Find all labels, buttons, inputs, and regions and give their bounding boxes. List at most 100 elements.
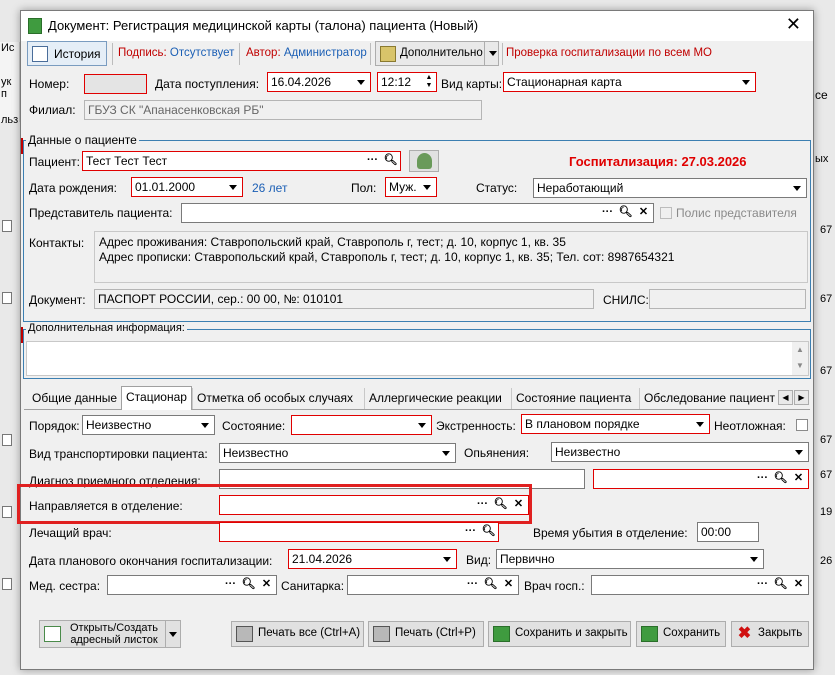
birth-date-field[interactable]: 01.01.2000 [131, 177, 243, 197]
orderly-field[interactable]: ··· 🔍︎ ✕ [347, 575, 519, 595]
urgency-select[interactable]: В плановом порядке [521, 414, 710, 434]
card-type-select[interactable]: Стационарная карта [503, 72, 756, 92]
chevron-down-icon[interactable] [692, 416, 708, 432]
hospitalization-check-link[interactable]: Проверка госпитализации по всем МО [506, 47, 712, 59]
ellipsis-icon[interactable]: ··· [222, 577, 239, 594]
chevron-down-icon[interactable] [738, 74, 754, 90]
status-value: Неработающий [537, 181, 624, 195]
address-sheet-button[interactable]: Открыть/Создать адресный листок [39, 620, 181, 648]
rep-policy-checkbox[interactable] [660, 207, 672, 219]
tab-patient-state[interactable]: Состояние пациента [511, 388, 635, 409]
number-field[interactable] [84, 74, 147, 94]
save-close-button[interactable]: Сохранить и закрыть [488, 621, 631, 647]
department-field[interactable]: ··· 🔍︎ ✕ [219, 495, 529, 515]
attending-doctor-field[interactable]: ··· 🔍︎ [219, 522, 499, 542]
admission-date-field[interactable]: 16.04.2026 [267, 72, 371, 92]
clear-icon[interactable]: ✕ [500, 577, 517, 594]
search-icon[interactable]: 🔍︎ [240, 577, 257, 594]
additional-info-textarea[interactable]: ▲ ▼ [26, 341, 809, 376]
address-sheet-line: адресный листок [70, 634, 158, 646]
chevron-down-icon[interactable] [485, 45, 501, 61]
save-button[interactable]: Сохранить [636, 621, 726, 647]
chevron-down-icon[interactable] [746, 551, 762, 567]
chevron-down-icon[interactable] [414, 417, 430, 433]
chevron-down-icon[interactable] [197, 417, 213, 433]
scrollbar[interactable]: ▲ ▼ [792, 342, 808, 375]
chevron-down-icon[interactable] [165, 626, 181, 642]
ellipsis-icon[interactable]: ··· [474, 497, 491, 514]
tab-general[interactable]: Общие данные [28, 388, 121, 409]
status-select[interactable]: Неработающий [533, 178, 807, 198]
tab-special-cases[interactable]: Отметка об особых случаях [192, 388, 357, 409]
extra-button[interactable]: Дополнительно [375, 41, 499, 66]
chevron-down-icon[interactable] [438, 445, 454, 461]
close-icon[interactable]: ✕ [786, 15, 801, 33]
clear-icon[interactable]: ✕ [258, 577, 275, 594]
bg-right-num: 67 [820, 469, 833, 481]
print-all-button[interactable]: Печать все (Ctrl+A) [231, 621, 364, 647]
search-icon[interactable]: 🔍︎ [382, 153, 399, 170]
intoxication-select[interactable]: Неизвестно [551, 442, 809, 462]
close-label: Закрыть [758, 627, 803, 639]
clear-icon[interactable]: ✕ [790, 577, 807, 594]
admission-time-field[interactable]: 12:12 ▲ ▼ [377, 72, 437, 92]
kind-select[interactable]: Первично [496, 549, 764, 569]
tab-allergies[interactable]: Аллергические реакции [364, 388, 506, 409]
age-value: 26 лет [252, 181, 288, 195]
search-icon[interactable]: 🔍︎ [480, 524, 497, 541]
search-icon[interactable]: 🔍︎ [482, 577, 499, 594]
condition-select[interactable] [291, 415, 432, 435]
representative-label: Представитель пациента: [29, 206, 173, 220]
print-button[interactable]: Печать (Ctrl+P) [368, 621, 484, 647]
transport-select[interactable]: Неизвестно [219, 443, 456, 463]
history-button[interactable]: История [27, 41, 107, 66]
admission-diagnosis-field[interactable]: ··· 🔍︎ ✕ [593, 469, 809, 489]
urgency-value: В плановом порядке [525, 417, 640, 431]
bg-right-num: 67 [820, 293, 833, 305]
document-field: ПАСПОРТ РОССИИ, сер.: 00 00, №: 010101 [94, 289, 594, 309]
clear-icon[interactable]: ✕ [635, 205, 652, 222]
window-title: Документ: Регистрация медицинской карты … [48, 18, 479, 33]
plan-end-date-field[interactable]: 21.04.2026 [288, 549, 457, 569]
tab-hospital[interactable]: Стационар [121, 386, 192, 410]
ellipsis-icon[interactable]: ··· [599, 205, 616, 222]
tab-scroll-right-icon[interactable]: ▶ [794, 390, 809, 405]
clear-icon[interactable]: ✕ [790, 471, 807, 488]
chevron-down-icon[interactable] [353, 74, 369, 90]
ellipsis-icon[interactable]: ··· [754, 577, 771, 594]
bg-right-num: 67 [820, 224, 833, 236]
search-icon[interactable]: 🔍︎ [617, 205, 634, 222]
ellipsis-icon[interactable]: ··· [754, 471, 771, 488]
chevron-down-icon[interactable] [225, 179, 241, 195]
search-icon[interactable]: 🔍︎ [772, 471, 789, 488]
chevron-down-icon[interactable] [419, 179, 435, 195]
kind-label: Вид: [466, 553, 492, 567]
sex-select[interactable]: Муж. [385, 177, 437, 197]
history-label: История [54, 47, 101, 61]
patient-group-title: Данные о пациенте [26, 133, 139, 147]
search-icon[interactable]: 🔍︎ [492, 497, 509, 514]
leave-time-field[interactable]: 00:00 [697, 522, 759, 542]
patient-card-button[interactable] [409, 150, 439, 172]
non-urgent-checkbox[interactable] [796, 419, 808, 431]
tab-examination[interactable]: Обследование пациент [639, 388, 779, 409]
hosp-doctor-field[interactable]: ··· 🔍︎ ✕ [591, 575, 809, 595]
signature-value: Отсутствует [169, 47, 235, 59]
patient-field[interactable]: Тест Тест Тест ··· 🔍︎ [82, 151, 401, 171]
close-button[interactable]: ✖ Закрыть [731, 621, 809, 647]
chevron-down-icon[interactable] [791, 444, 807, 460]
ellipsis-icon[interactable]: ··· [462, 524, 479, 541]
leave-time-label: Время убытия в отделение: [533, 526, 688, 540]
clear-icon[interactable]: ✕ [510, 497, 527, 514]
order-select[interactable]: Неизвестно [82, 415, 215, 435]
time-spinner-icon[interactable]: ▲ ▼ [423, 74, 435, 90]
tab-scroll-left-icon[interactable]: ◀ [778, 390, 793, 405]
search-icon[interactable]: 🔍︎ [772, 577, 789, 594]
representative-field[interactable]: ··· 🔍︎ ✕ [181, 203, 654, 223]
bg-right-frag: се [815, 88, 828, 102]
chevron-down-icon[interactable] [439, 551, 455, 567]
ellipsis-icon[interactable]: ··· [464, 577, 481, 594]
ellipsis-icon[interactable]: ··· [364, 153, 381, 170]
chevron-down-icon[interactable] [789, 180, 805, 196]
nurse-field[interactable]: ··· 🔍︎ ✕ [107, 575, 277, 595]
